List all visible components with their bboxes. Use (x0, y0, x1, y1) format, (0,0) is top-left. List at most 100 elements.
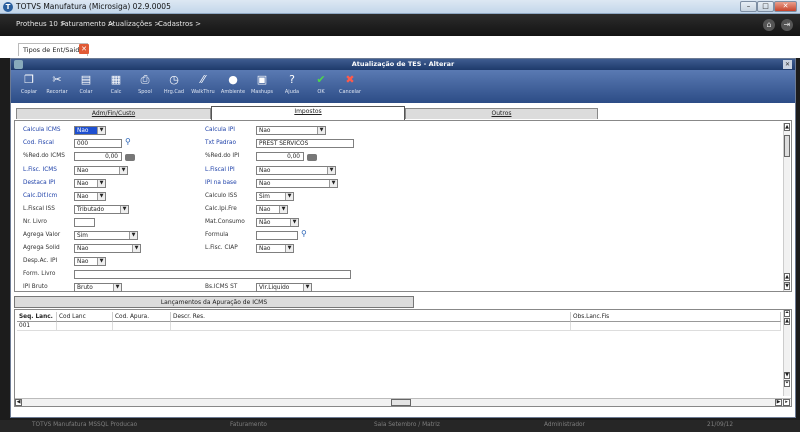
select-calcula-icms[interactable]: Nao ▼ (74, 126, 106, 135)
select-lfiscal-ipi[interactable]: Nao ▼ (256, 166, 336, 175)
close-dialog-button[interactable]: ✕ (783, 60, 792, 69)
select-lfiscal-iss[interactable]: Tributado ▼ (74, 205, 129, 214)
help-button[interactable]: ? Ajuda (278, 72, 306, 95)
label-desp-ac-ipi: Desp.Ac. IPI (23, 258, 58, 264)
table-cell[interactable]: 001 (17, 322, 57, 331)
paste-button[interactable]: ▤ Colar (72, 72, 100, 95)
menu-item-cadastros[interactable]: Cadastros > (158, 20, 201, 28)
label-form-livro: Form. Livro (23, 271, 56, 277)
ambiente-button[interactable]: ● Ambiente (219, 72, 247, 95)
label-ipi-bruto: IPI Bruto (23, 284, 48, 290)
select-lfisc-icms[interactable]: Nao ▼ (74, 166, 128, 175)
scroll-down-icon[interactable]: ▼ (784, 282, 790, 290)
grid-horizontal-scrollbar[interactable]: ◀ ▶ ▸ (15, 398, 791, 406)
tab-impostos[interactable]: Impostos (211, 106, 405, 120)
minimize-button[interactable]: – (740, 1, 757, 12)
scroll-thumb[interactable] (391, 399, 411, 406)
cancel-x-icon: ✖ (345, 73, 355, 86)
exit-icon[interactable]: ⇥ (781, 19, 793, 31)
hrg-cad-button[interactable]: ◷ Hrg.Cad (160, 72, 188, 95)
select-agrega-valor[interactable]: Sim ▼ (74, 231, 138, 240)
scroll-up-icon[interactable]: ▲ (784, 318, 790, 325)
tab-outros[interactable]: Outros (405, 108, 598, 119)
lancamentos-grid: Seq. Lanc. Cod Lanc Cod. Apura. Descr. R… (14, 309, 792, 407)
cancel-button[interactable]: ✖ Cancelar (336, 72, 364, 95)
input-form-livro[interactable] (74, 270, 351, 279)
select-ipi-na-base[interactable]: Nao ▼ (256, 179, 338, 188)
scroll-last-icon[interactable]: ⏷ (784, 380, 790, 387)
cut-button[interactable]: ✂ Recortar (43, 72, 71, 95)
calculator-icon[interactable] (125, 154, 135, 161)
scroll-end-icon[interactable]: ▸ (783, 399, 790, 406)
input-nr-livro[interactable] (74, 218, 95, 227)
select-calculo-iss[interactable]: Sim ▼ (256, 192, 294, 201)
select-ipi-bruto[interactable]: Bruto ▼ (74, 283, 122, 292)
dialog-titlebar: Atualização de TES - Alterar ✕ (11, 59, 795, 70)
col-header-cod-apura[interactable]: Cod. Apura. (113, 312, 171, 322)
select-calcula-ipi[interactable]: Nao ▼ (256, 126, 326, 135)
scroll-left-icon[interactable]: ◀ (15, 399, 22, 406)
search-icon[interactable]: ⚲ (125, 137, 131, 146)
chevron-down-icon: ▼ (119, 167, 127, 174)
copy-button[interactable]: ❐ Copiar (15, 72, 43, 95)
grid-vertical-scrollbar[interactable]: ⏶ ▲ ▼ ⏷ (783, 310, 790, 396)
status-environment: TOTVS Manufatura MSSQL Producao (32, 422, 138, 428)
table-cell[interactable] (113, 322, 171, 331)
input-red-ipi[interactable]: 0,00 (256, 152, 304, 161)
close-tab-icon[interactable]: ✕ (79, 44, 89, 54)
select-destaca-ipi[interactable]: Nao ▼ (74, 179, 106, 188)
select-calc-ipi-fre[interactable]: Nao ▼ (256, 205, 288, 214)
col-header-descr-res[interactable]: Descr. Res. (171, 312, 571, 322)
scroll-right-icon[interactable]: ▶ (775, 399, 782, 406)
table-cell[interactable] (571, 322, 781, 331)
select-calc-dif-icm[interactable]: Nao ▼ (74, 192, 106, 201)
select-agrega-solid[interactable]: Nao ▼ (74, 244, 141, 253)
input-txt-padrao[interactable]: PREST SERVICOS (256, 139, 354, 148)
home-icon[interactable]: ⌂ (763, 19, 775, 31)
spool-button[interactable]: ⎙ Spool (131, 72, 159, 95)
dialog-menu-icon[interactable] (14, 60, 23, 69)
calculator-icon: ▦ (110, 73, 122, 86)
select-lfisc-ciap[interactable]: Nao ▼ (256, 244, 294, 253)
select-mat-consumo[interactable]: Não ▼ (256, 218, 299, 227)
select-desp-ac-ipi[interactable]: Nao ▼ (74, 257, 106, 266)
table-cell[interactable] (171, 322, 571, 331)
select-bs-icms-st[interactable]: Vlr.Liquido ▼ (256, 283, 312, 292)
col-header-seq-lanc[interactable]: Seq. Lanc. (17, 312, 57, 322)
col-header-obs-lanc-fis[interactable]: Obs.Lanc.Fis (571, 312, 781, 322)
scroll-thumb[interactable] (784, 135, 790, 157)
input-formula[interactable] (256, 231, 298, 240)
input-cod-fiscal[interactable]: 000 (74, 139, 122, 148)
scroll-first-icon[interactable]: ⏶ (784, 310, 790, 317)
check-icon: ✔ (316, 73, 326, 86)
maximize-button[interactable]: □ (757, 1, 774, 12)
chevron-down-icon: ▼ (97, 193, 105, 200)
col-header-cod-lanc[interactable]: Cod Lanc (57, 312, 113, 322)
copy-label: Copiar (20, 89, 38, 95)
label-calculo-iss: Calculo ISS (205, 193, 238, 199)
tab-adm-fin-custo[interactable]: Adm/Fin/Custo (16, 108, 211, 119)
menu-item-protheus[interactable]: Protheus 10 > (16, 20, 66, 28)
calculator-icon[interactable] (307, 154, 317, 161)
scroll-up-icon[interactable]: ▲ (784, 123, 790, 131)
tab-tipos-ent-saida[interactable]: Tipos de Ent/Saida (18, 43, 89, 56)
search-icon[interactable]: ⚲ (301, 229, 307, 238)
table-cell[interactable] (57, 322, 113, 331)
label-calc-dif-icm: Calc.Dif.Icm (23, 193, 58, 199)
menu-item-faturamento[interactable]: Faturamento > (61, 20, 114, 28)
panel-vertical-scrollbar[interactable]: ▲ ▲ ▼ (783, 123, 790, 291)
close-window-button[interactable]: ✕ (774, 1, 797, 12)
walkthru-button[interactable]: ⁄⁄ WalkThru (189, 72, 217, 95)
grid-tab-apuracao-icms[interactable]: Lançamentos da Apuração de ICMS (14, 296, 414, 308)
label-lfisc-ciap: L.Fisc. CIAP (205, 245, 238, 251)
chevron-down-icon: ▼ (317, 127, 325, 134)
scroll-down-icon[interactable]: ▼ (784, 372, 790, 379)
input-red-icms[interactable]: 0,00 (74, 152, 122, 161)
calc-button[interactable]: ▦ Calc (102, 72, 130, 95)
scroll-up-icon[interactable]: ▲ (784, 273, 790, 281)
main-menu-bar: Protheus 10 > Faturamento > Atualizações… (0, 14, 800, 36)
mashups-button[interactable]: ▣ Mashups (248, 72, 276, 95)
ok-button[interactable]: ✔ OK (307, 72, 335, 95)
menu-item-atualizacoes[interactable]: Atualizações > (108, 20, 160, 28)
label-mat-consumo: Mat.Consumo (205, 219, 245, 225)
